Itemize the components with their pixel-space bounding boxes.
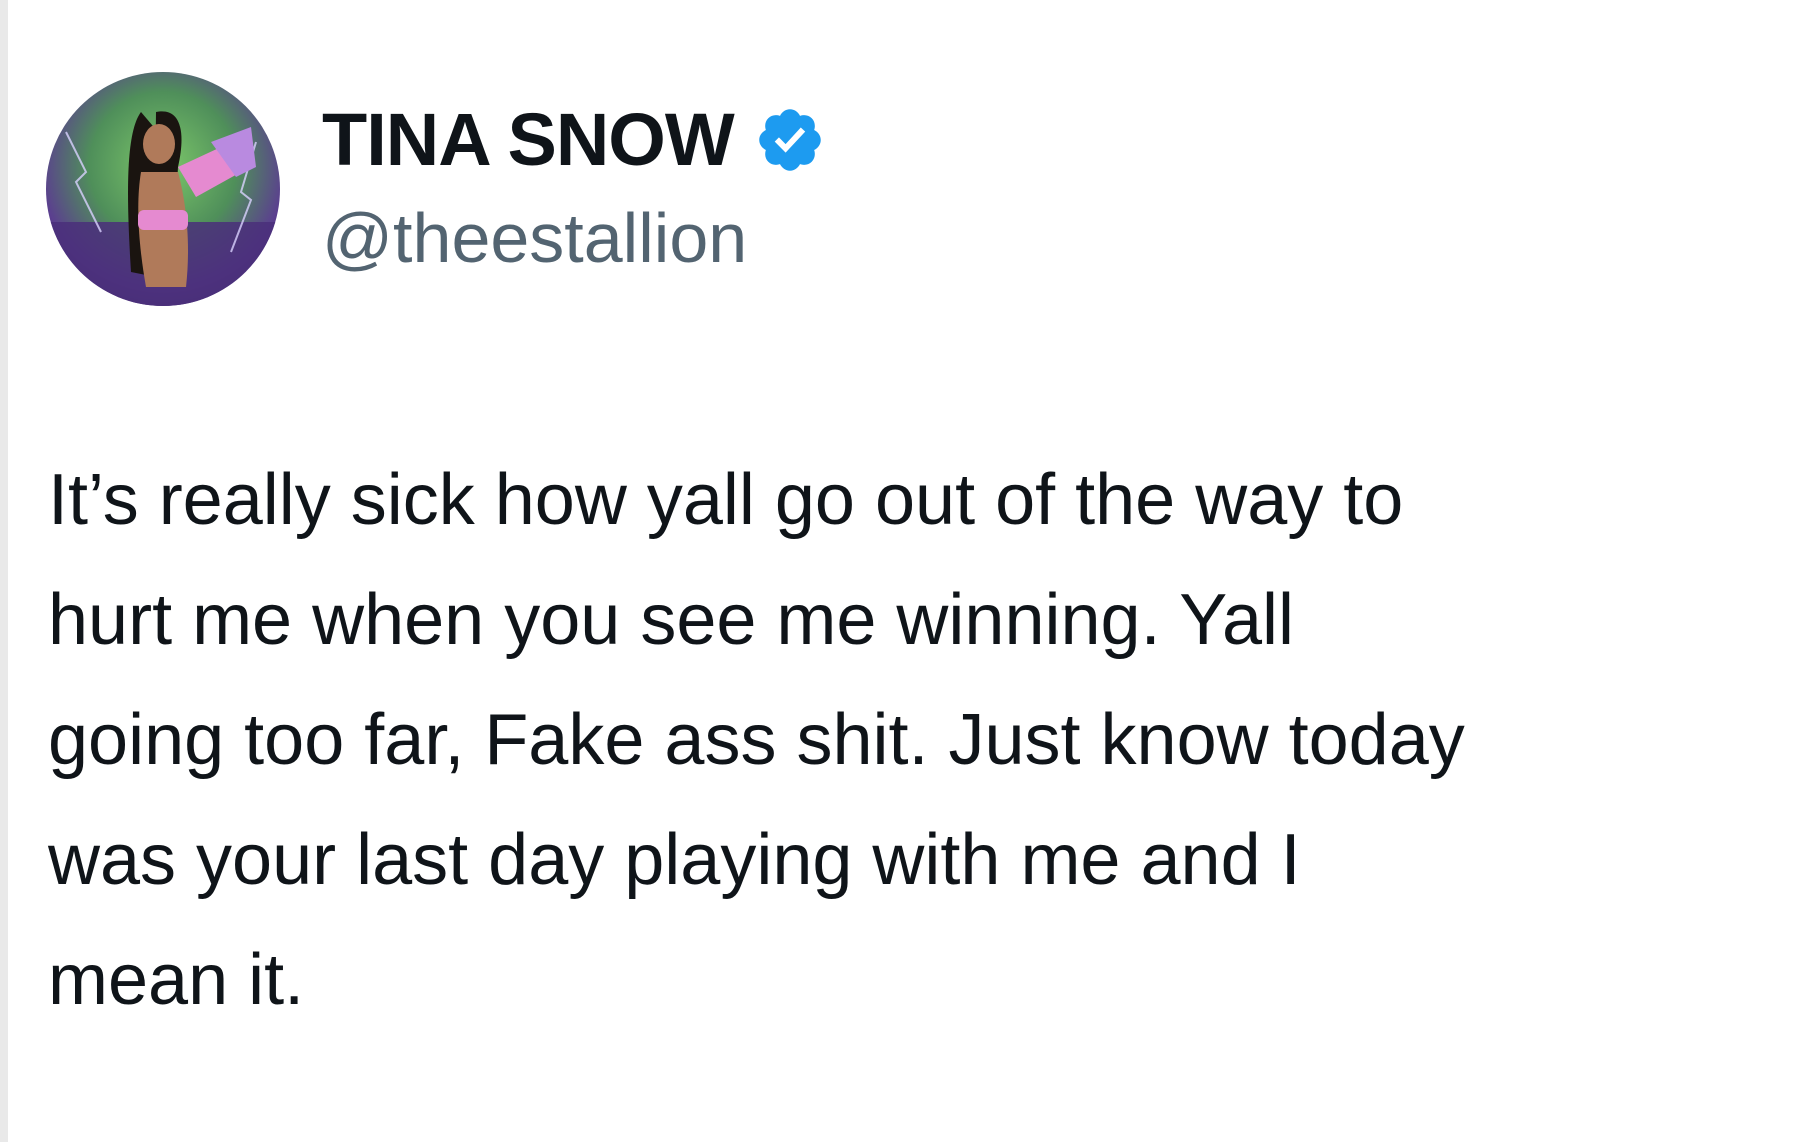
- author-handle[interactable]: @theestallion: [322, 198, 747, 278]
- avatar[interactable]: [46, 72, 280, 306]
- author-name-row[interactable]: TINA SNOW: [322, 100, 826, 180]
- tweet-text-line: hurt me when you see me winning. Yall: [48, 580, 1295, 660]
- tweet-text-line: going too far, Fake ass shit. Just know …: [48, 700, 1465, 780]
- tweet-text-line: It’s really sick how yall go out of the …: [48, 460, 1404, 540]
- tweet-text-line: mean it.: [48, 940, 305, 1020]
- tweet-card: TINA SNOW @theestallion It’s really sick…: [0, 0, 1812, 1142]
- display-name[interactable]: TINA SNOW: [322, 100, 735, 180]
- verified-badge-icon: [754, 104, 826, 176]
- avatar-image: [46, 72, 280, 306]
- tweet-text-line: was your last day playing with me and I: [48, 820, 1301, 900]
- tweet-text: It’s really sick how yall go out of the …: [48, 440, 1788, 1040]
